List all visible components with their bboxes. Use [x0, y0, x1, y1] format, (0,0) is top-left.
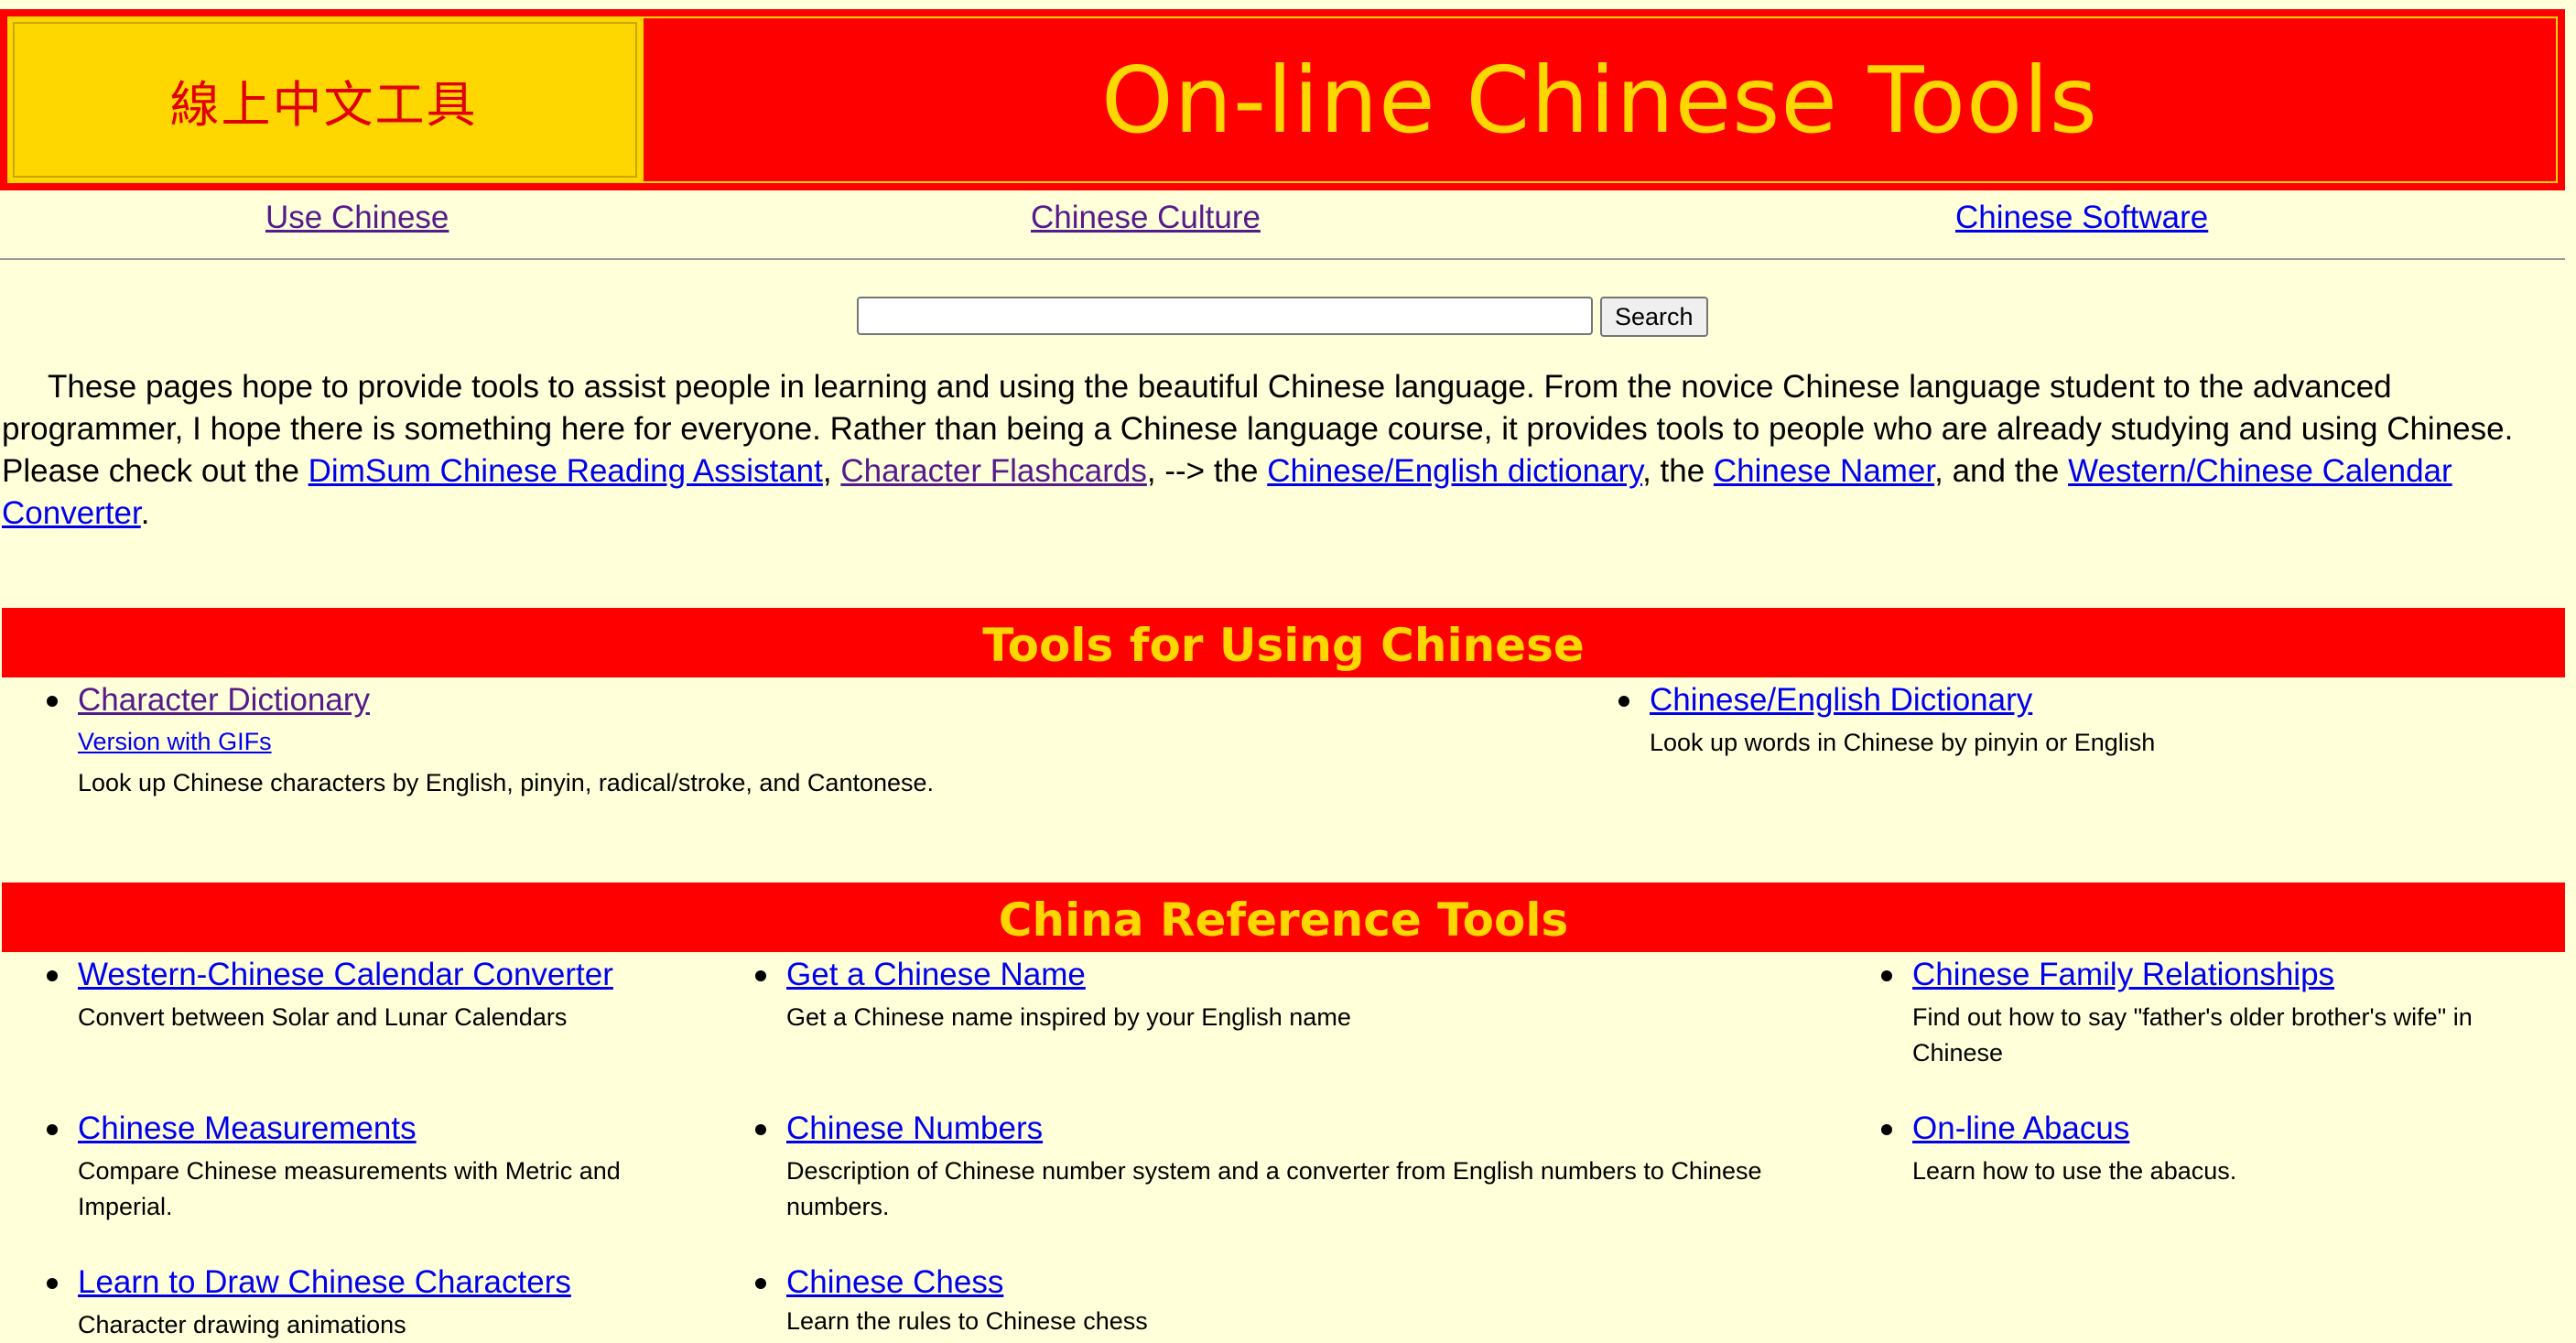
- list-item: Western-Chinese Calendar Converter Conve…: [47, 954, 664, 1035]
- chinese-measurements-link[interactable]: Chinese Measurements: [78, 1108, 664, 1150]
- bullet: [755, 970, 766, 981]
- list-item: Chinese Chess Learn the rules to Chinese…: [755, 1262, 1793, 1339]
- search-input[interactable]: [857, 297, 1593, 335]
- character-flashcards-link[interactable]: Character Flashcards: [840, 453, 1147, 489]
- item-description: Learn the rules to Chinese chess: [786, 1307, 1148, 1335]
- item-description: Convert between Solar and Lunar Calendar…: [78, 1003, 568, 1031]
- item-description: Get a Chinese name inspired by your Engl…: [786, 1003, 1351, 1031]
- character-dictionary-link[interactable]: Character Dictionary: [78, 679, 1506, 721]
- item-description: Description of Chinese number system and…: [786, 1157, 1762, 1220]
- item-description: Compare Chinese measurements with Metric…: [78, 1157, 621, 1220]
- list-item: Chinese Measurements Compare Chinese mea…: [47, 1108, 664, 1225]
- item-description: Look up Chinese characters by English, p…: [78, 769, 935, 796]
- nav-use-chinese-link[interactable]: Use Chinese: [265, 200, 449, 236]
- bullet: [1881, 1124, 1892, 1135]
- chinese-english-dictionary-link[interactable]: Chinese/English Dictionary: [1650, 679, 2547, 721]
- bullet: [755, 1278, 766, 1289]
- chinese-logo-text: 線上中文工具: [169, 75, 478, 134]
- chinese-numbers-link[interactable]: Chinese Numbers: [786, 1108, 1793, 1150]
- intro-separator: ,: [822, 453, 841, 489]
- bullet: [1618, 696, 1629, 707]
- chinese-chess-link[interactable]: Chinese Chess: [786, 1262, 1793, 1304]
- intro-separator: , and the: [1934, 453, 2069, 489]
- list-item: Character Dictionary Version with GIFs L…: [47, 679, 1506, 801]
- bullet: [47, 696, 58, 707]
- item-description: Character drawing animations: [78, 1311, 406, 1338]
- list-item: Chinese Family Relationships Find out ho…: [1881, 954, 2544, 1071]
- section-heading-china-reference: China Reference Tools: [2, 883, 2565, 952]
- bullet: [47, 1124, 58, 1135]
- bullet: [47, 970, 58, 981]
- nav-chinese-software-link[interactable]: Chinese Software: [1955, 200, 2208, 236]
- version-with-gifs-link[interactable]: Version with GIFs: [78, 721, 1506, 762]
- search-form: Search: [857, 297, 1708, 337]
- item-description: Learn how to use the abacus.: [1912, 1157, 2237, 1185]
- list-item: Chinese Numbers Description of Chinese n…: [755, 1108, 1793, 1225]
- top-nav: Use Chinese Chinese Culture Chinese Soft…: [0, 196, 2565, 244]
- list-item: On-line Abacus Learn how to use the abac…: [1881, 1108, 2544, 1189]
- header-frame: 線上中文工具 On-line Chinese Tools: [7, 16, 2558, 183]
- chinese-english-dictionary-link[interactable]: Chinese/English dictionary: [1267, 453, 1642, 489]
- item-description: Look up words in Chinese by pinyin or En…: [1650, 729, 2156, 756]
- site-title: On-line Chinese Tools: [1100, 46, 2099, 154]
- get-chinese-name-link[interactable]: Get a Chinese Name: [786, 954, 1793, 996]
- intro-separator: , --> the: [1146, 453, 1268, 489]
- section-heading-using-chinese: Tools for Using Chinese: [2, 608, 2565, 677]
- title-cell: On-line Chinese Tools: [641, 18, 2556, 181]
- bullet: [1881, 970, 1892, 981]
- draw-characters-link[interactable]: Learn to Draw Chinese Characters: [78, 1262, 664, 1304]
- family-relationships-link[interactable]: Chinese Family Relationships: [1912, 954, 2544, 996]
- intro-separator: , the: [1642, 453, 1714, 489]
- nav-chinese-culture-link[interactable]: Chinese Culture: [1031, 200, 1261, 236]
- site-header: 線上中文工具 On-line Chinese Tools: [0, 9, 2565, 190]
- dimsum-link[interactable]: DimSum Chinese Reading Assistant: [308, 453, 823, 489]
- item-description: Find out how to say "father's older brot…: [1912, 1003, 2473, 1067]
- nav-divider: [0, 258, 2565, 260]
- online-abacus-link[interactable]: On-line Abacus: [1912, 1108, 2544, 1150]
- chinese-namer-link[interactable]: Chinese Namer: [1714, 453, 1934, 489]
- search-button[interactable]: Search: [1600, 297, 1708, 337]
- list-item: Get a Chinese Name Get a Chinese name in…: [755, 954, 1793, 1035]
- bullet: [755, 1124, 766, 1135]
- bullet: [47, 1278, 58, 1289]
- list-item: Learn to Draw Chinese Characters Charact…: [47, 1262, 664, 1343]
- list-item: Chinese/English Dictionary Look up words…: [1618, 679, 2547, 761]
- intro-paragraph: These pages hope to provide tools to ass…: [2, 366, 2556, 535]
- logo-cell: 線上中文工具: [9, 18, 641, 181]
- calendar-converter-link[interactable]: Western-Chinese Calendar Converter: [78, 954, 664, 996]
- intro-end: .: [140, 495, 150, 531]
